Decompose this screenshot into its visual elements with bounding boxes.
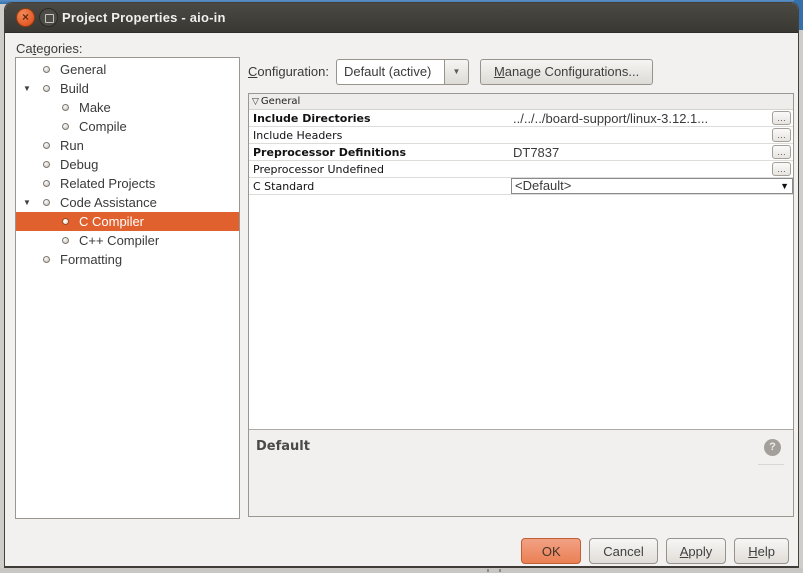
ellipsis-icon: … bbox=[777, 113, 786, 123]
sidebar-item-label: Run bbox=[60, 138, 84, 153]
browse-button[interactable]: … bbox=[772, 162, 791, 176]
sheet-empty-area bbox=[249, 195, 793, 430]
sidebar-item-general[interactable]: General bbox=[16, 60, 239, 79]
sidebar-item-label: Code Assistance bbox=[60, 195, 157, 210]
description-title: Default bbox=[256, 439, 310, 454]
sidebar-item-related-projects[interactable]: Related Projects bbox=[16, 174, 239, 193]
ellipsis-icon: … bbox=[777, 130, 786, 140]
bullet-icon bbox=[62, 123, 69, 130]
bullet-icon bbox=[62, 104, 69, 111]
window-bottom-edge bbox=[0, 568, 803, 573]
categories-tree[interactable]: General ▼ Build Make Compile Run bbox=[15, 57, 240, 519]
bullet-icon bbox=[43, 199, 50, 206]
bullet-icon bbox=[43, 85, 50, 92]
help-button[interactable]: Help bbox=[734, 538, 789, 564]
sidebar-item-debug[interactable]: Debug bbox=[16, 155, 239, 174]
ok-button[interactable]: OK bbox=[521, 538, 581, 564]
divider bbox=[758, 464, 784, 465]
sidebar-item-cpp-compiler[interactable]: C++ Compiler bbox=[16, 231, 239, 250]
expand-arrow-icon[interactable]: ▼ bbox=[23, 193, 35, 212]
property-name: Include Directories bbox=[249, 112, 511, 125]
sidebar-item-formatting[interactable]: Formatting bbox=[16, 250, 239, 269]
table-row[interactable]: Include Headers … bbox=[249, 127, 793, 144]
group-label: General bbox=[261, 96, 300, 107]
bullet-icon bbox=[43, 142, 50, 149]
table-row[interactable]: C Standard <Default> ▼ bbox=[249, 178, 793, 195]
configuration-label: Configuration: bbox=[248, 64, 329, 79]
sidebar-item-make[interactable]: Make bbox=[16, 98, 239, 117]
restore-icon[interactable] bbox=[39, 8, 58, 27]
cancel-button[interactable]: Cancel bbox=[589, 538, 657, 564]
manage-configurations-button[interactable]: Manage Configurations... bbox=[480, 59, 653, 85]
sidebar-item-label: C++ Compiler bbox=[79, 233, 159, 248]
table-row[interactable]: Include Directories ../../../board-suppo… bbox=[249, 110, 793, 127]
chevron-down-icon[interactable]: ▼ bbox=[780, 181, 789, 191]
apply-button[interactable]: Apply bbox=[666, 538, 727, 564]
close-icon[interactable]: × bbox=[16, 8, 35, 27]
property-name: C Standard bbox=[249, 180, 511, 193]
property-name: Include Headers bbox=[249, 129, 511, 142]
project-properties-dialog: × Project Properties - aio-in Categories… bbox=[4, 2, 799, 568]
window-title: Project Properties - aio-in bbox=[62, 3, 226, 32]
table-row[interactable]: Preprocessor Definitions DT7837 … bbox=[249, 144, 793, 161]
configuration-combobox[interactable]: Default (active) ▼ bbox=[336, 59, 469, 85]
sidebar-item-compile[interactable]: Compile bbox=[16, 117, 239, 136]
bullet-icon bbox=[43, 66, 50, 73]
chevron-down-icon[interactable]: ▼ bbox=[444, 59, 469, 85]
sidebar-item-label: Build bbox=[60, 81, 89, 96]
ellipsis-icon: … bbox=[777, 147, 786, 157]
browse-button[interactable]: … bbox=[772, 145, 791, 159]
table-row[interactable]: Preprocessor Undefined … bbox=[249, 161, 793, 178]
bullet-icon bbox=[43, 161, 50, 168]
sidebar-item-build[interactable]: ▼ Build bbox=[16, 79, 239, 98]
configuration-row: Configuration: Default (active) ▼ Manage… bbox=[248, 58, 653, 85]
browse-button[interactable]: … bbox=[772, 111, 791, 125]
bullet-icon bbox=[62, 237, 69, 244]
property-sheet: ▽ General Include Directories ../../../b… bbox=[248, 93, 794, 517]
property-name: Preprocessor Undefined bbox=[249, 163, 511, 176]
categories-label: Categories: bbox=[16, 41, 83, 56]
ellipsis-icon: … bbox=[777, 164, 786, 174]
sidebar-item-run[interactable]: Run bbox=[16, 136, 239, 155]
sidebar-item-label: Compile bbox=[79, 119, 127, 134]
sidebar-item-label: General bbox=[60, 62, 106, 77]
resize-grip[interactable] bbox=[487, 569, 501, 572]
sidebar-item-label: C Compiler bbox=[79, 214, 144, 229]
property-value: <Default> bbox=[515, 179, 571, 193]
sidebar-item-label: Debug bbox=[60, 157, 98, 172]
description-panel: Default ? bbox=[249, 430, 793, 516]
bullet-icon bbox=[43, 180, 50, 187]
browse-button[interactable]: … bbox=[772, 128, 791, 142]
bullet-icon bbox=[62, 218, 69, 225]
dialog-body: Categories: General ▼ Build Make Co bbox=[5, 33, 798, 566]
property-value[interactable]: DT7837 bbox=[511, 145, 770, 160]
sidebar-item-label: Formatting bbox=[60, 252, 122, 267]
expand-arrow-icon[interactable]: ▼ bbox=[23, 79, 35, 98]
collapse-triangle-icon[interactable]: ▽ bbox=[252, 97, 259, 107]
property-value[interactable]: ../../../board-support/linux-3.12.1... bbox=[511, 111, 770, 126]
bullet-icon bbox=[43, 256, 50, 263]
sidebar-item-c-compiler[interactable]: C Compiler bbox=[16, 212, 239, 231]
help-icon[interactable]: ? bbox=[764, 439, 781, 456]
property-name: Preprocessor Definitions bbox=[249, 146, 511, 159]
c-standard-dropdown[interactable]: <Default> ▼ bbox=[511, 178, 793, 194]
sidebar-item-label: Make bbox=[79, 100, 111, 115]
dialog-buttons: OK Cancel Apply Help bbox=[521, 538, 789, 564]
sidebar-item-code-assistance[interactable]: ▼ Code Assistance bbox=[16, 193, 239, 212]
desktop: × Project Properties - aio-in Categories… bbox=[0, 0, 803, 573]
configuration-value[interactable]: Default (active) bbox=[336, 59, 444, 85]
group-header-general[interactable]: ▽ General bbox=[249, 94, 793, 110]
titlebar[interactable]: × Project Properties - aio-in bbox=[5, 3, 798, 33]
sidebar-item-label: Related Projects bbox=[60, 176, 155, 191]
